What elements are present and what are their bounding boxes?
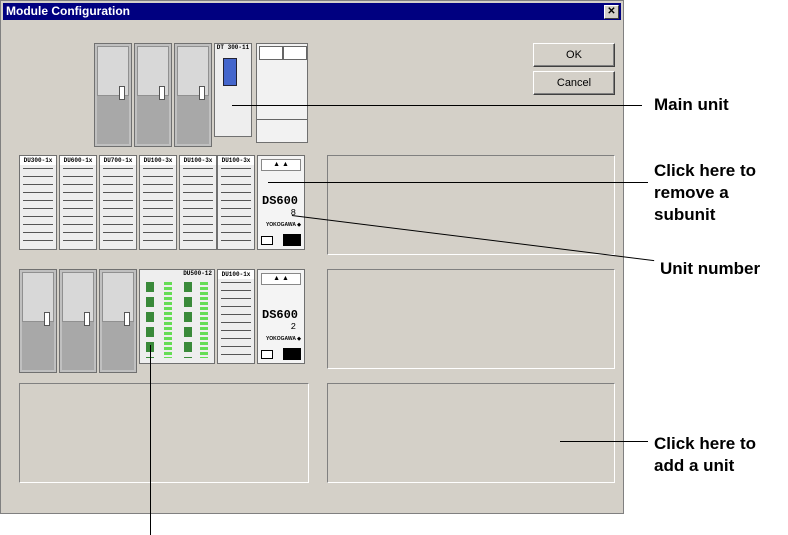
- ok-button[interactable]: OK: [533, 43, 615, 67]
- empty-unit-slot[interactable]: [327, 269, 615, 369]
- brand-label: YOKOGAWA ◆: [265, 222, 301, 228]
- du-module-label: DU500-12: [183, 270, 212, 277]
- callout-line-module: [150, 345, 151, 535]
- switch-icon: [261, 236, 273, 245]
- blank-slot: [134, 43, 172, 147]
- connector-icon: ▲ ▲: [261, 273, 301, 285]
- du-module-label: DU100-3x: [140, 156, 176, 165]
- empty-unit-slot[interactable]: [327, 383, 615, 483]
- callout-line-main-unit: [232, 105, 642, 106]
- module-configuration-dialog: Module Configuration ✕ OK Cancel DT 300-…: [0, 0, 624, 514]
- meter-icon: [283, 348, 301, 360]
- du-module-label: DU700-1x: [100, 156, 136, 165]
- du-module: DU600-1x: [59, 155, 97, 250]
- du-module-label: DU300-1x: [20, 156, 56, 165]
- empty-unit-slot[interactable]: [327, 155, 615, 255]
- switch-icon: [261, 350, 273, 359]
- callout-main-unit: Main unit: [654, 95, 729, 114]
- du-module: DU100-3x: [139, 155, 177, 250]
- power-module: [256, 43, 308, 143]
- connector-icon: ▲ ▲: [261, 159, 301, 171]
- cpu-name: DS600: [262, 194, 299, 208]
- empty-unit-slot[interactable]: [19, 383, 309, 483]
- du-module: DU100-3x: [217, 155, 255, 250]
- subunit-2[interactable]: DU500-12 DU100-1x ▲ ▲ DS600 2 YOKOGAWA ◆: [19, 269, 309, 373]
- unit-number: 2: [290, 322, 296, 332]
- cancel-button[interactable]: Cancel: [533, 71, 615, 95]
- dt-module: DT 300-11: [214, 43, 252, 137]
- du-module-label: DU600-1x: [60, 156, 96, 165]
- du-module-label: DU100-3x: [180, 156, 216, 165]
- main-unit[interactable]: DT 300-11: [94, 43, 310, 147]
- du-module-label: DU100-3x: [218, 156, 254, 165]
- cpu-module[interactable]: ▲ ▲ DS600 8 YOKOGAWA ◆: [257, 155, 305, 250]
- du-module: DU300-1x: [19, 155, 57, 250]
- callout-line-remove-subunit: [268, 182, 648, 183]
- du-module: DU100-3x: [179, 155, 217, 250]
- blank-slot: [174, 43, 212, 147]
- subunit-1[interactable]: DU300-1x DU600-1x DU700-1x DU100-3x DU10…: [19, 155, 309, 255]
- callout-unit-number: Unit number: [660, 259, 761, 278]
- du-module: DU700-1x: [99, 155, 137, 250]
- cpu-name: DS600: [262, 308, 299, 322]
- blank-slot: [59, 269, 97, 373]
- cpu-module[interactable]: ▲ ▲ DS600 2 YOKOGAWA ◆: [257, 269, 305, 364]
- connector-icon: [223, 58, 237, 86]
- blank-slot: [99, 269, 137, 373]
- callout-remove-subunit: Click here to remove a subunit: [654, 161, 757, 224]
- blank-slot: [19, 269, 57, 373]
- callout-line-add-unit: [560, 441, 648, 442]
- dialog-title: Module Configuration: [6, 4, 130, 18]
- meter-icon: [283, 234, 301, 246]
- title-bar: Module Configuration ✕: [3, 3, 621, 20]
- dt-module-label: DT 300-11: [216, 44, 250, 51]
- du-module-label: DU100-1x: [218, 270, 254, 279]
- brand-label: YOKOGAWA ◆: [265, 336, 301, 342]
- blank-slot: [94, 43, 132, 147]
- callout-add-unit: Click here to add a unit: [654, 434, 757, 475]
- close-icon[interactable]: ✕: [604, 5, 619, 19]
- du-module: DU100-1x: [217, 269, 255, 364]
